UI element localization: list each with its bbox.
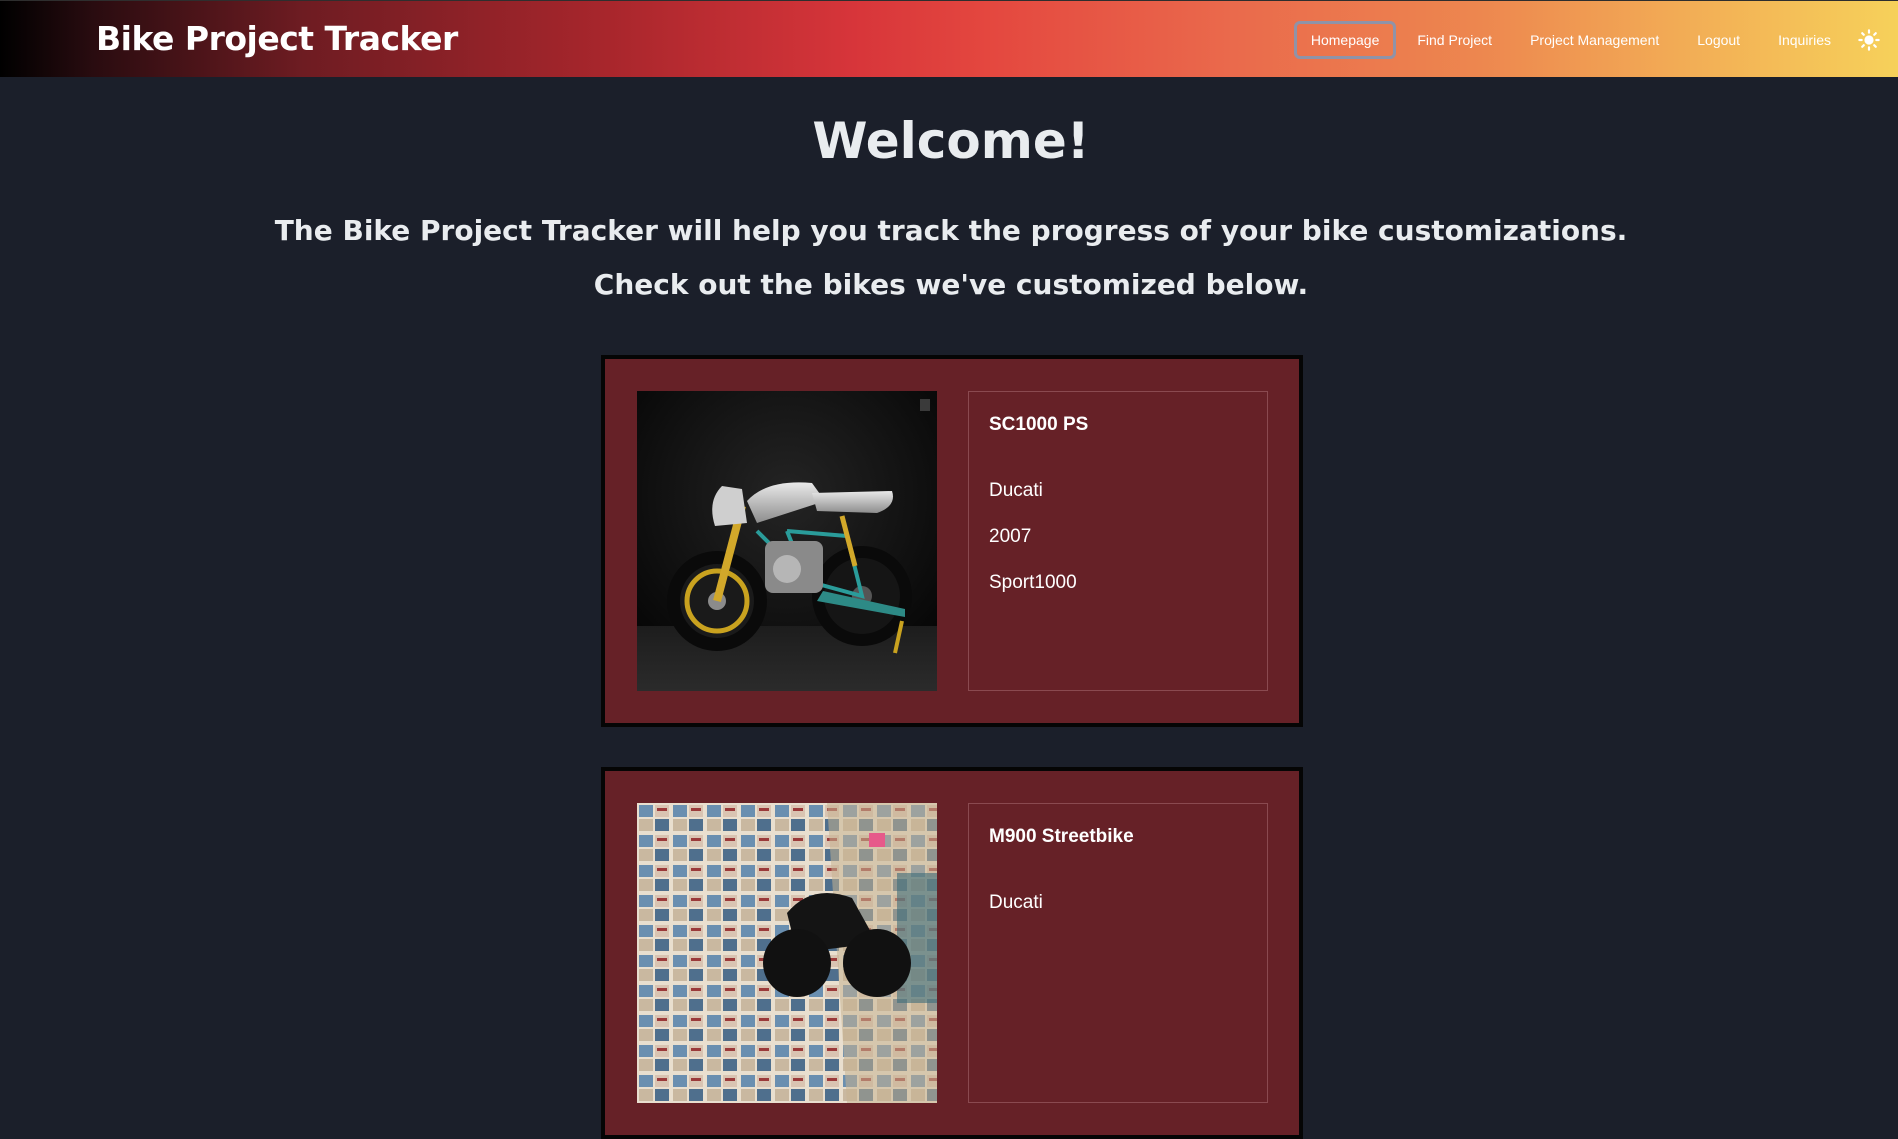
bike-model-name: M900 Streetbike	[989, 826, 1134, 847]
nav-logout[interactable]: Logout	[1680, 21, 1757, 59]
nav-find-project[interactable]: Find Project	[1400, 21, 1509, 59]
bike-info-panel: SC1000 PS Ducati 2007 Sport1000	[968, 391, 1268, 691]
brand-title[interactable]: Bike Project Tracker	[96, 19, 458, 58]
intro-text-line-2: Check out the bikes we've customized bel…	[593, 268, 1309, 301]
theme-toggle-button[interactable]	[1852, 23, 1886, 57]
sun-icon	[1858, 28, 1880, 51]
bike-photo	[637, 391, 937, 691]
bike-card[interactable]: SC1000 PS Ducati 2007 Sport1000	[601, 355, 1303, 727]
navbar: Bike Project Tracker Homepage Find Proje…	[0, 0, 1898, 77]
intro-text-line-1: The Bike Project Tracker will help you t…	[274, 214, 1628, 247]
bike-base-model: Sport1000	[989, 572, 1077, 593]
nav-project-management[interactable]: Project Management	[1513, 21, 1676, 59]
bike-year: 2007	[989, 526, 1032, 547]
bike-photo	[637, 803, 937, 1103]
nav-homepage[interactable]: Homepage	[1293, 20, 1397, 59]
welcome-heading: Welcome!	[812, 112, 1090, 170]
nav-inquiries[interactable]: Inquiries	[1761, 21, 1848, 59]
bike-make: Ducati	[989, 892, 1043, 913]
bike-make: Ducati	[989, 480, 1043, 501]
bike-card[interactable]: M900 Streetbike Ducati	[601, 767, 1303, 1139]
bike-info-panel: M900 Streetbike Ducati	[968, 803, 1268, 1103]
nav-links: Homepage Find Project Project Management…	[1293, 1, 1898, 78]
bike-model-name: SC1000 PS	[989, 414, 1089, 435]
